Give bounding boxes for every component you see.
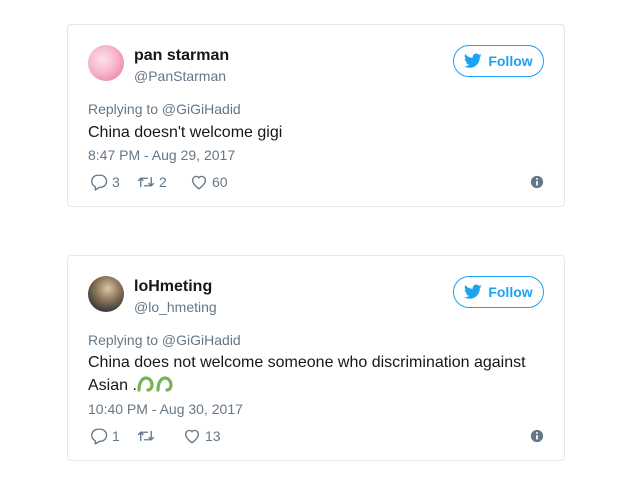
display-name[interactable]: loHmeting — [134, 278, 212, 296]
reply-bubble-icon — [91, 174, 108, 191]
follow-button[interactable]: Follow — [453, 276, 544, 308]
like-count: 60 — [212, 174, 228, 190]
info-icon[interactable] — [530, 175, 544, 189]
retweet-count: 2 — [159, 174, 167, 190]
snake-emoji — [137, 374, 175, 392]
reply-count: 3 — [112, 174, 120, 190]
tweet-text: China does not welcome someone who discr… — [88, 351, 548, 397]
info-icon[interactable] — [530, 429, 544, 443]
like-button[interactable]: 13 — [183, 427, 221, 445]
retweet-button[interactable]: 2 — [137, 173, 167, 191]
reply-count: 1 — [112, 428, 120, 444]
twitter-bird-icon — [464, 53, 483, 68]
avatar[interactable] — [88, 45, 124, 81]
retweet-button[interactable] — [137, 427, 159, 445]
follow-label: Follow — [488, 284, 533, 300]
twitter-bird-icon — [464, 284, 483, 299]
replying-to[interactable]: Replying to @GiGiHadid — [88, 101, 241, 117]
user-handle[interactable]: @lo_hmeting — [134, 299, 217, 315]
user-handle[interactable]: @PanStarman — [134, 68, 226, 84]
follow-label: Follow — [488, 53, 533, 69]
heart-icon — [184, 429, 200, 444]
tweet-actions: 1 13 — [88, 427, 544, 449]
tweet-text: China doesn't welcome gigi — [88, 124, 283, 141]
like-count: 13 — [205, 428, 221, 444]
display-name[interactable]: pan starman — [134, 47, 229, 65]
reply-button[interactable]: 3 — [90, 173, 120, 191]
follow-button[interactable]: Follow — [453, 45, 544, 77]
retweet-icon — [137, 176, 155, 188]
retweet-icon — [137, 430, 155, 442]
like-button[interactable]: 60 — [190, 173, 228, 191]
tweet-card: pan starman @PanStarman Follow Replying … — [67, 24, 565, 207]
tweet-actions: 3 2 60 — [88, 173, 544, 195]
heart-icon — [191, 175, 207, 190]
tweet-timestamp[interactable]: 10:40 PM - Aug 30, 2017 — [88, 401, 243, 417]
reply-bubble-icon — [91, 428, 108, 445]
reply-button[interactable]: 1 — [90, 427, 120, 445]
replying-to[interactable]: Replying to @GiGiHadid — [88, 332, 241, 348]
tweet-timestamp[interactable]: 8:47 PM - Aug 29, 2017 — [88, 147, 235, 163]
snake-emoji-icon — [137, 376, 173, 392]
tweet-card: loHmeting @lo_hmeting Follow Replying to… — [67, 255, 565, 461]
avatar[interactable] — [88, 276, 124, 312]
